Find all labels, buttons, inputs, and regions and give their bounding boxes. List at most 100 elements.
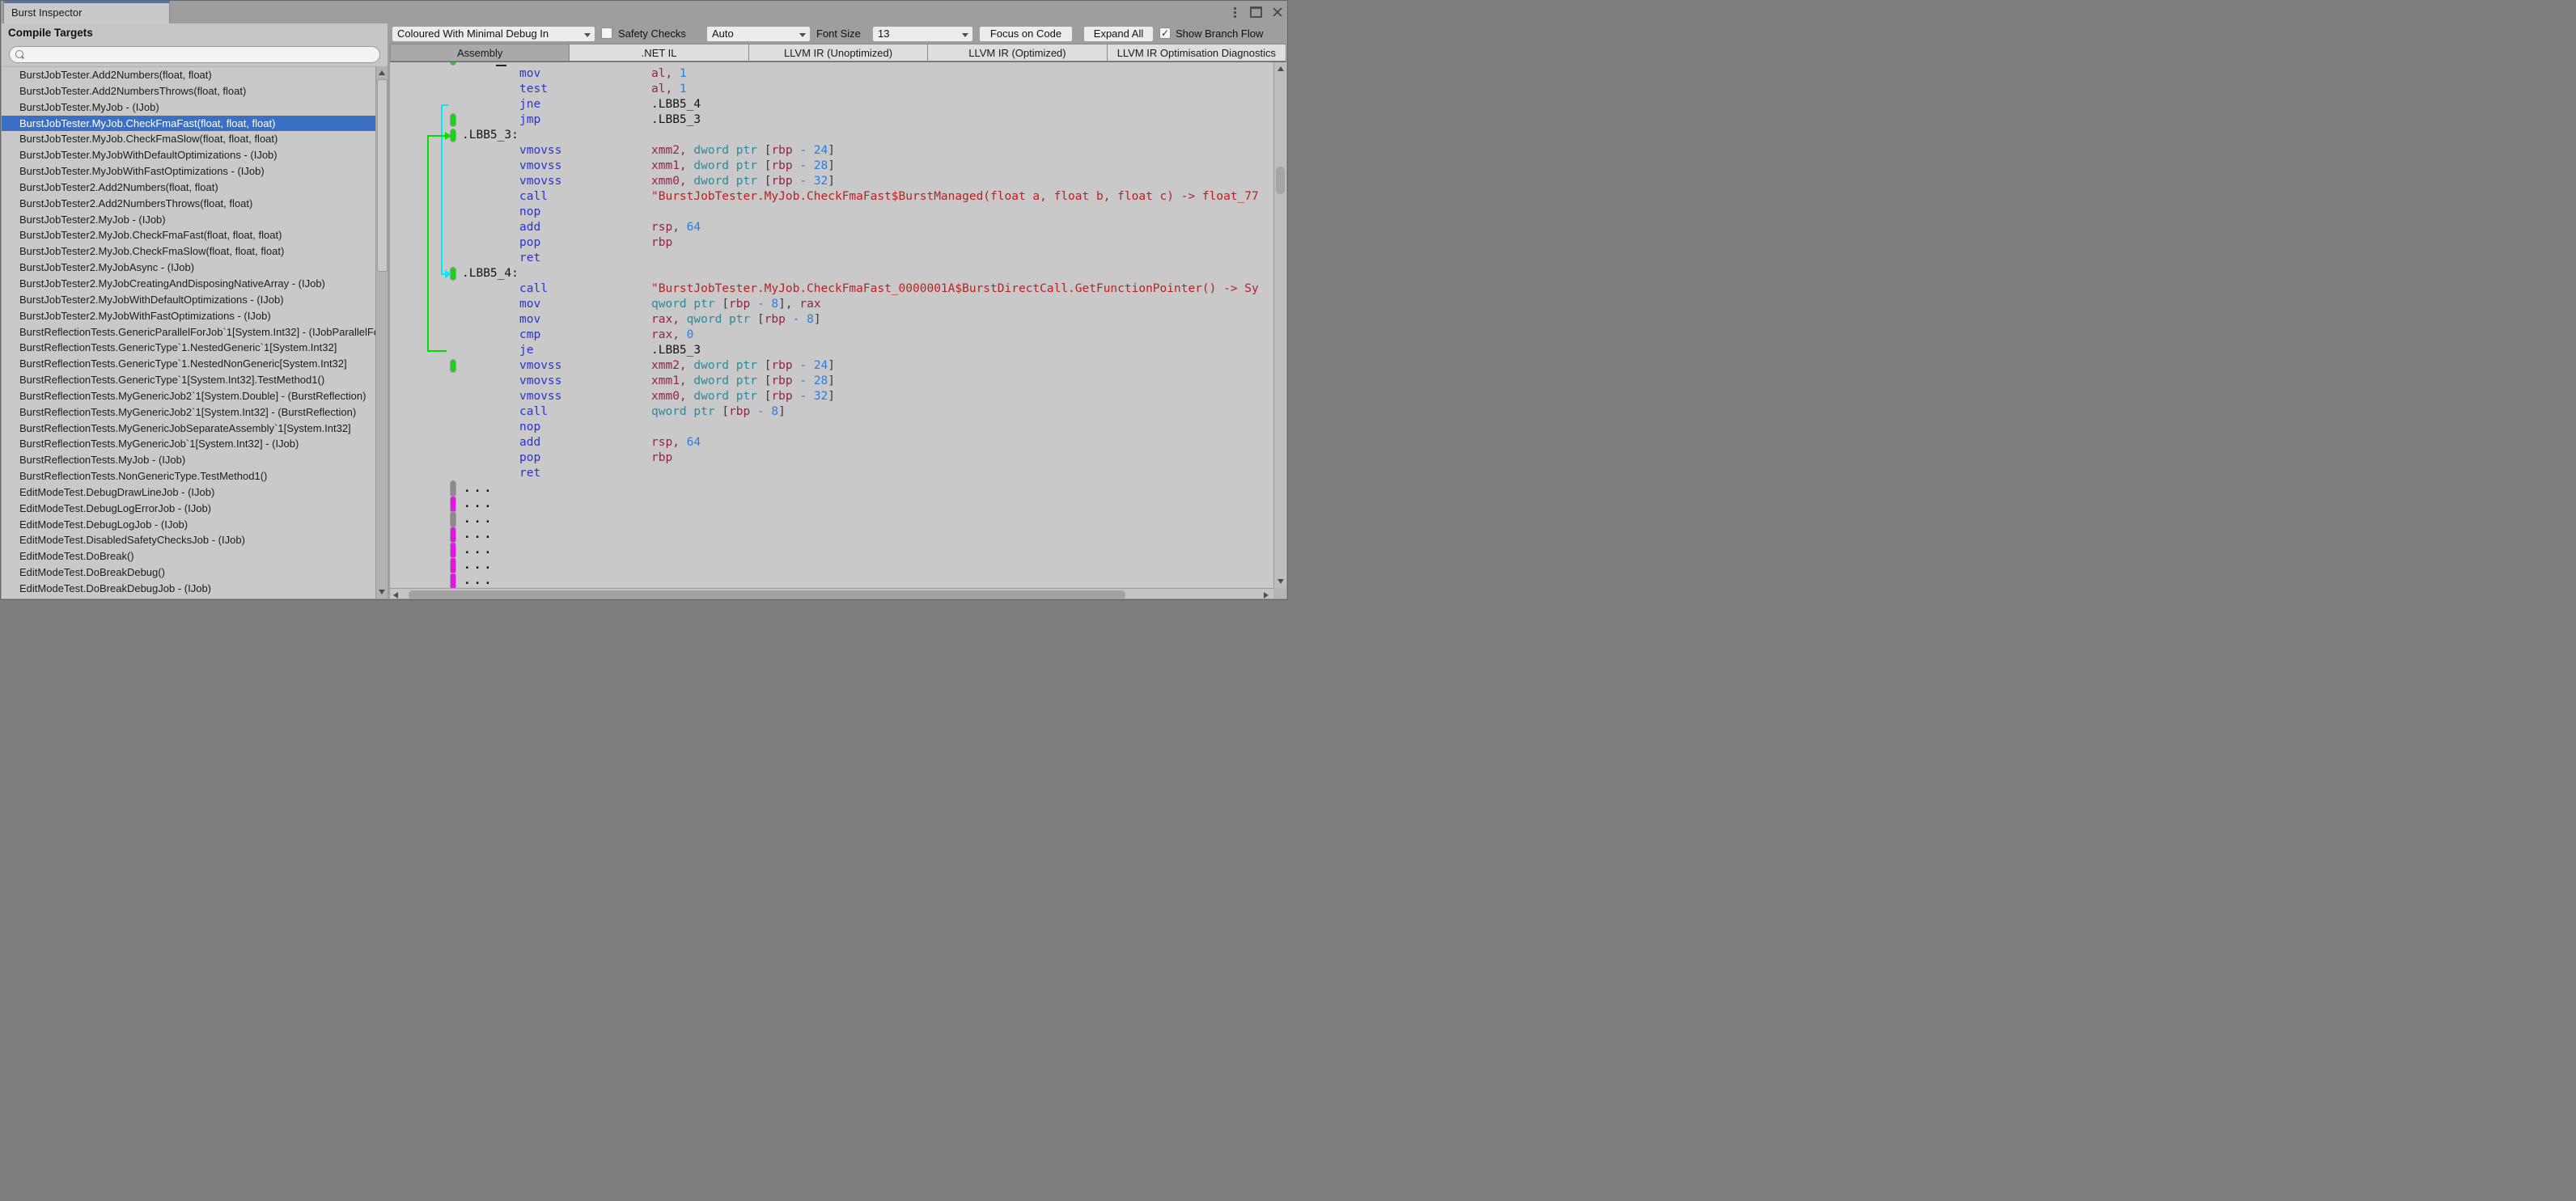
list-item[interactable]: BurstJobTester2.Add2NumbersThrows(float,…	[2, 196, 375, 212]
list-scrollbar[interactable]	[375, 66, 388, 598]
scroll-right-icon[interactable]	[1264, 592, 1269, 598]
safety-checks-checkbox[interactable]	[601, 27, 612, 39]
compile-targets-list[interactable]: BurstJobTester.Add2Numbers(float, float)…	[2, 66, 375, 598]
mnemonic: ret	[519, 467, 541, 480]
list-item[interactable]: BurstReflectionTests.NonGenericType.Test…	[2, 468, 375, 484]
list-item[interactable]: EditModeTest.DoBreak()	[2, 548, 375, 565]
list-item[interactable]: BurstReflectionTests.GenericType`1[Syste…	[2, 372, 375, 388]
safety-checks-mode-dropdown[interactable]: Auto	[706, 26, 811, 42]
code-line: mov rax, qword ptr [rbp - 8]	[390, 312, 1273, 328]
tab-llvm-ir-unoptimized-[interactable]: LLVM IR (Unoptimized)	[748, 44, 929, 61]
scroll-left-icon[interactable]	[393, 592, 398, 598]
operands: xmm0, dword ptr [rbp - 32]	[651, 390, 836, 403]
code-line: vmovss xmm1, dword ptr [rbp - 28]	[390, 374, 1273, 389]
scroll-up-icon[interactable]	[379, 70, 385, 75]
collapsed-dots: ...	[464, 543, 495, 556]
scroll-down-icon[interactable]	[379, 590, 385, 594]
list-item[interactable]: BurstJobTester2.MyJob.CheckFmaFast(float…	[2, 227, 375, 243]
list-item[interactable]: BurstJobTester2.MyJob.CheckFmaSlow(float…	[2, 243, 375, 260]
block-marker-green	[450, 113, 456, 127]
scroll-up-icon[interactable]	[1277, 66, 1284, 71]
mnemonic: mov	[519, 313, 541, 326]
list-item[interactable]: BurstJobTester2.MyJobAsync - (IJob)	[2, 260, 375, 276]
tab-assembly[interactable]: Assembly	[390, 44, 570, 61]
code-line: pop rbp	[390, 450, 1273, 466]
code-view-panel: Coloured With Minimal Debug In Safety Ch…	[390, 23, 1286, 598]
collapsed-dots: ...	[464, 574, 495, 587]
font-size-dropdown[interactable]: 13	[872, 26, 973, 42]
code-line: mov al, 1	[390, 66, 1273, 82]
list-item[interactable]: BurstJobTester2.MyJobWithDefaultOptimiza…	[2, 292, 375, 308]
list-item[interactable]: EditModeTest.DoBreakJob - (IJob)	[2, 597, 375, 599]
assembly-code-area[interactable]: mov al, 1 test al, 1 jne .LBB5_4 jmp .LBB5_3 .LB…	[390, 62, 1273, 588]
search-input[interactable]	[9, 46, 380, 63]
code-view-mode-dropdown[interactable]: Coloured With Minimal Debug In	[392, 26, 595, 42]
operands: al, 1	[651, 67, 687, 80]
list-item[interactable]: BurstReflectionTests.MyJob - (IJob)	[2, 452, 375, 468]
list-item[interactable]: BurstReflectionTests.GenericType`1.Neste…	[2, 340, 375, 356]
list-item[interactable]: BurstJobTester2.MyJob - (IJob)	[2, 212, 375, 228]
collapsed-dots: ...	[464, 482, 495, 495]
list-item[interactable]: BurstJobTester.Add2NumbersThrows(float, …	[2, 83, 375, 99]
code-hscrollbar-thumb[interactable]	[409, 590, 1125, 598]
list-item[interactable]: EditModeTest.DisabledSafetyChecksJob - (…	[2, 532, 375, 548]
green-flow-arrowhead	[445, 131, 451, 140]
operands: xmm2, dword ptr [rbp - 24]	[651, 144, 836, 157]
list-item[interactable]: EditModeTest.DebugLogErrorJob - (IJob)	[2, 501, 375, 517]
list-item[interactable]: BurstJobTester2.MyJobWithFastOptimizatio…	[2, 308, 375, 324]
list-item[interactable]: BurstJobTester.MyJob.CheckFmaFast(float,…	[2, 115, 375, 132]
scrollbar-corner	[1273, 588, 1286, 598]
list-item[interactable]: BurstReflectionTests.GenericParallelForJ…	[2, 324, 375, 340]
list-item[interactable]: EditModeTest.DoBreakDebugJob - (IJob)	[2, 581, 375, 597]
list-item[interactable]: BurstReflectionTests.MyGenericJob2`1[Sys…	[2, 404, 375, 421]
show-branch-flow-checkbox[interactable]: ✓	[1159, 27, 1171, 39]
mnemonic: vmovss	[519, 359, 562, 372]
list-item[interactable]: BurstJobTester.MyJob - (IJob)	[2, 99, 375, 116]
tab--net-il[interactable]: .NET IL	[570, 44, 749, 61]
list-item[interactable]: BurstJobTester2.Add2Numbers(float, float…	[2, 180, 375, 196]
code-line: add rsp, 64	[390, 220, 1273, 235]
operands: xmm0, dword ptr [rbp - 32]	[651, 175, 836, 188]
code-collapsed-line: ...	[390, 557, 1273, 574]
scroll-down-icon[interactable]	[1277, 579, 1284, 584]
list-item[interactable]: EditModeTest.DebugDrawLineJob - (IJob)	[2, 484, 375, 501]
green-flow-segment	[427, 134, 445, 137]
code-collapsed-line: ...	[390, 480, 1273, 497]
mnemonic: jmp	[519, 113, 541, 126]
list-item[interactable]: BurstReflectionTests.MyGenericJob`1[Syst…	[2, 436, 375, 452]
code-line: call "BurstJobTester.MyJob.CheckFmaFast$B…	[390, 189, 1273, 205]
expand-all-button[interactable]: Expand All	[1083, 26, 1154, 42]
close-icon[interactable]	[1273, 7, 1282, 17]
tab-llvm-ir-optimisation-diagnostics[interactable]: LLVM IR Optimisation Diagnostics	[1107, 44, 1286, 61]
tab-llvm-ir-optimized-[interactable]: LLVM IR (Optimized)	[928, 44, 1108, 61]
window-tab-burst-inspector[interactable]: Burst Inspector	[3, 1, 170, 23]
kebab-menu-icon[interactable]	[1231, 4, 1239, 21]
focus-on-code-button[interactable]: Focus on Code	[979, 26, 1073, 42]
green-flow-segment	[427, 349, 447, 352]
operands: "BurstJobTester.MyJob.CheckFmaFast_00000…	[651, 282, 1259, 295]
clipped-block-marker	[450, 62, 456, 66]
list-item[interactable]: BurstReflectionTests.MyGenericJob2`1[Sys…	[2, 388, 375, 404]
compile-targets-header: Compile Targets	[8, 27, 93, 39]
code-horizontal-scrollbar[interactable]	[390, 588, 1273, 598]
window-title: Burst Inspector	[11, 6, 83, 19]
list-item[interactable]: BurstJobTester2.MyJobCreatingAndDisposin…	[2, 276, 375, 292]
list-item[interactable]: EditModeTest.DoBreakDebug()	[2, 565, 375, 581]
operands: qword ptr [rbp - 8], rax	[651, 298, 821, 311]
maximize-icon[interactable]	[1250, 6, 1262, 18]
list-item[interactable]: BurstJobTester.MyJobWithFastOptimization…	[2, 163, 375, 180]
code-line: mov qword ptr [rbp - 8], rax	[390, 297, 1273, 312]
list-item[interactable]: BurstJobTester.MyJobWithDefaultOptimizat…	[2, 147, 375, 163]
list-item[interactable]: BurstJobTester.MyJob.CheckFmaSlow(float,…	[2, 131, 375, 147]
list-item[interactable]: BurstReflectionTests.GenericType`1.Neste…	[2, 356, 375, 372]
code-vscrollbar-thumb[interactable]	[1276, 167, 1285, 194]
code-vertical-scrollbar[interactable]	[1273, 62, 1286, 588]
operands: rbp	[651, 451, 673, 464]
mnemonic: ret	[519, 252, 541, 264]
green-flow-segment	[427, 134, 429, 352]
list-scrollbar-thumb[interactable]	[377, 79, 388, 272]
list-item[interactable]: BurstJobTester.Add2Numbers(float, float)	[2, 67, 375, 83]
list-item[interactable]: BurstReflectionTests.MyGenericJobSeparat…	[2, 421, 375, 437]
list-item[interactable]: EditModeTest.DebugLogJob - (IJob)	[2, 517, 375, 533]
font-size-label: Font Size	[816, 27, 861, 40]
